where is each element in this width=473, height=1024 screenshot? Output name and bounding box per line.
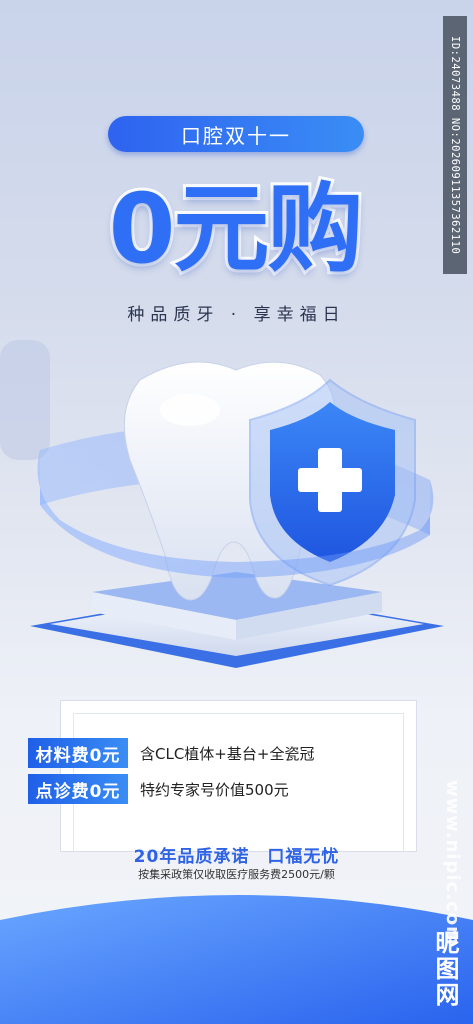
- offer-row: 材料费0元 含CLC植体+基台+全瓷冠: [28, 738, 314, 768]
- offer-row: 点诊费0元 特约专家号价值500元: [28, 774, 289, 804]
- event-pill: 口腔双十一: [108, 116, 364, 152]
- watermark-site: www.nipic.com: [442, 780, 463, 946]
- bottom-wave: [0, 895, 473, 1024]
- headline-text: 0元购: [106, 170, 367, 288]
- headline: 0元购: [70, 160, 400, 288]
- watermark-logo: 昵图网: [431, 930, 459, 1008]
- poster: 口腔双十一 0元购 种品质牙 · 享幸福日 材料费0元 含CLC植体+基台+全瓷…: [0, 0, 473, 1024]
- dental-illustration: [0, 340, 444, 668]
- offer-desc: 特约专家号价值500元: [140, 780, 289, 799]
- subtitle: 种品质牙 · 享幸福日: [127, 305, 346, 325]
- event-title: 口腔双十一: [181, 123, 291, 148]
- offer-tag: 点诊费0元: [28, 774, 128, 804]
- offer-tag: 材料费0元: [28, 738, 128, 768]
- offer-desc: 含CLC植体+基台+全瓷冠: [140, 744, 315, 763]
- watermark-id: ID:24073488 NO:20260911357362110: [443, 16, 467, 274]
- quality-promise: 20年品质承诺 口福无忧: [133, 847, 340, 867]
